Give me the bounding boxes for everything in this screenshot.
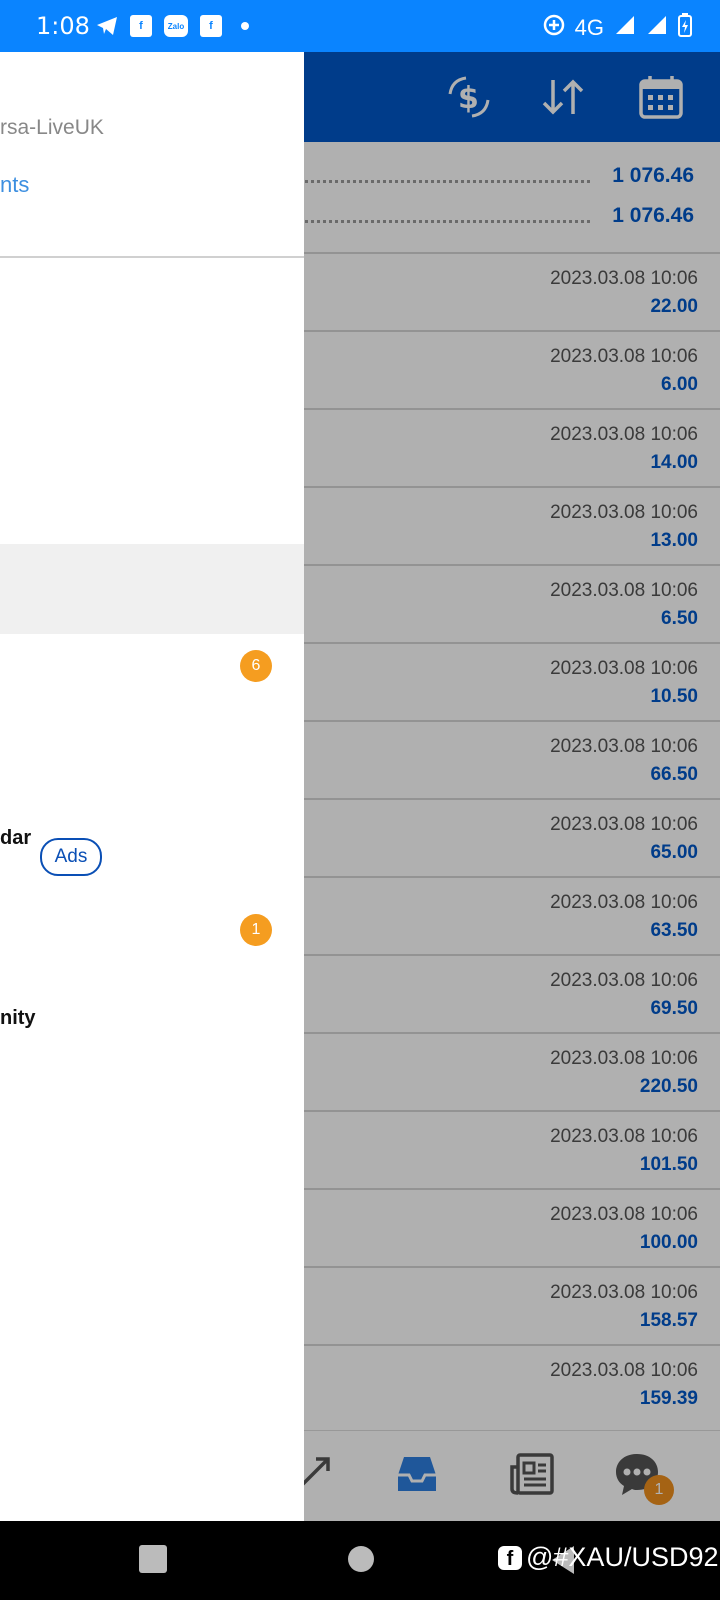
drawer-item-community[interactable]: nity — [0, 1007, 36, 1030]
manage-accounts-link[interactable]: nts — [0, 172, 29, 198]
account-server: rsa-LiveUK — [0, 116, 104, 139]
telegram-icon — [96, 15, 118, 37]
system-status-icons: 4G — [543, 13, 692, 43]
status-time: 1:08 — [36, 12, 90, 40]
facebook-icon: f — [498, 1545, 522, 1570]
facebook-icon: f — [130, 15, 152, 37]
battery-icon — [678, 13, 692, 43]
ads-badge: Ads — [40, 838, 102, 876]
signal-icon — [646, 14, 668, 42]
home-button[interactable] — [348, 1546, 374, 1572]
network-label: 4G — [574, 15, 604, 40]
watermark-text: @#XAU/USD92 — [526, 1542, 719, 1572]
drawer-item-selected[interactable] — [0, 544, 304, 634]
facebook-icon: f — [200, 15, 222, 37]
notification-icons: f Zalo f — [96, 15, 256, 37]
recents-button[interactable] — [139, 1545, 167, 1573]
drawer-item-calendar[interactable]: dar — [0, 827, 31, 850]
status-bar: 1:08 f Zalo f 4G — [0, 0, 720, 52]
zalo-label: Zalo — [167, 21, 185, 31]
watermark: f @#XAU/USD92 — [498, 1542, 718, 1573]
navigation-drawer: rsa-LiveUK nts 6 dar Ads 1 nity — [0, 52, 304, 1521]
news-badge: 1 — [240, 914, 272, 946]
dot-icon — [234, 15, 256, 37]
data-saver-icon — [543, 14, 565, 42]
drawer-divider — [0, 256, 304, 258]
signal-icon — [614, 14, 636, 42]
mailbox-badge: 6 — [240, 650, 272, 682]
zalo-icon: Zalo — [164, 15, 188, 37]
